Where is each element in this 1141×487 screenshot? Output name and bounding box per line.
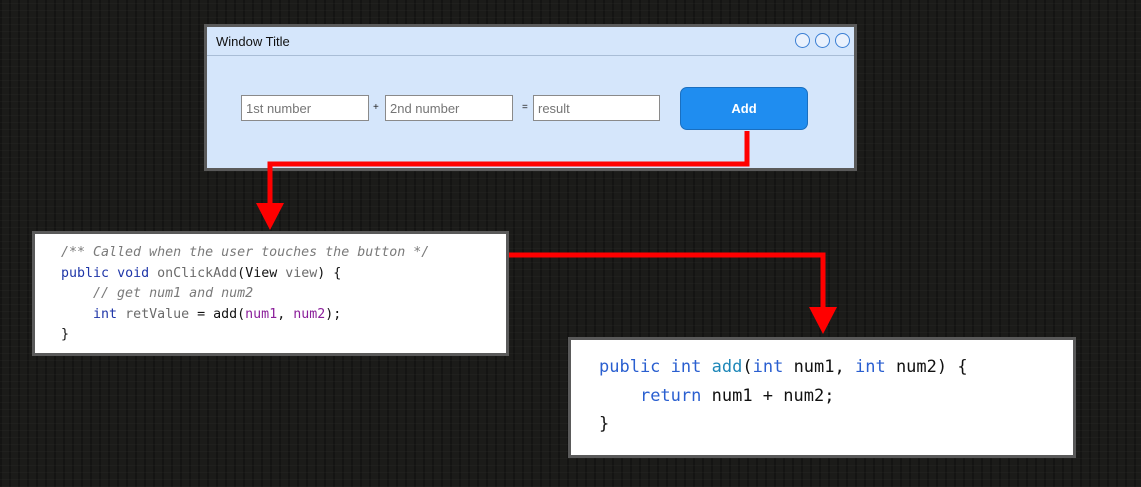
- arrow-button-to-handler: [267, 131, 750, 206]
- arrow-handler-to-add: [509, 252, 826, 310]
- arrowhead-icon: [809, 307, 837, 334]
- flow-arrows: [256, 131, 837, 334]
- arrowhead-icon: [256, 203, 284, 230]
